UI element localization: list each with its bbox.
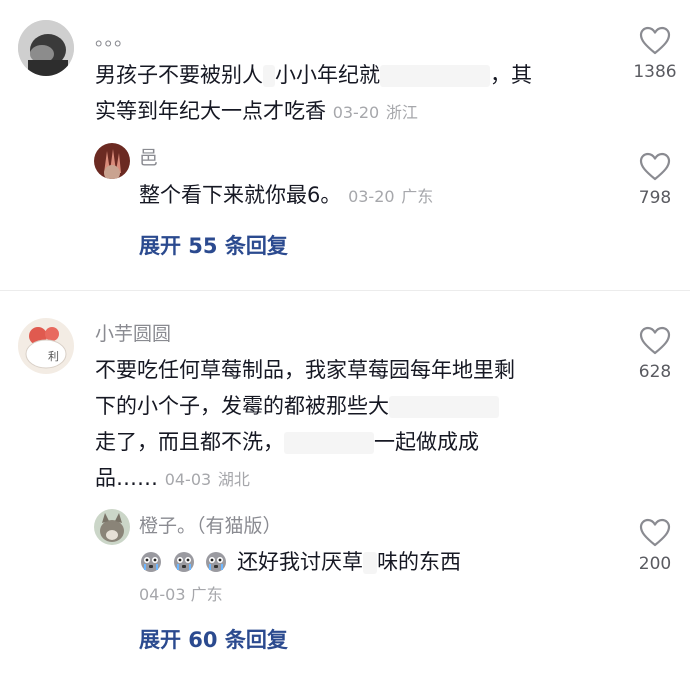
like-button[interactable]: 200	[620, 518, 690, 574]
comment-text-line: 走了，而且都不洗，	[95, 430, 284, 454]
comment-date: 03-20	[332, 103, 380, 122]
comment-text-line: 下的小个子，发霉的都被那些大	[95, 394, 389, 418]
avatar-image	[94, 509, 130, 545]
reply-text-line: 整个看下来就你最6。	[139, 183, 342, 207]
reply-text-line: 味的东西	[377, 550, 462, 574]
reply-date: 03-20	[348, 187, 395, 206]
comment-text-line: ，其	[490, 63, 532, 87]
comment-text-line: 实等到年纪大一点才吃香	[95, 99, 326, 123]
crying-face-icon	[141, 552, 161, 572]
comment-text-line: 不要吃任何草莓制品，我家草莓园每年地里剩	[95, 358, 515, 382]
comment-text-line: 男孩子不要被别人	[95, 63, 263, 87]
reply-date: 04-03	[139, 585, 186, 604]
avatar[interactable]	[94, 509, 130, 545]
avatar-image	[18, 20, 74, 76]
like-button[interactable]: 628	[620, 326, 690, 382]
svg-text:利: 利	[48, 350, 59, 363]
reply-text-line: 还好我讨厌草	[237, 550, 364, 574]
comment-username[interactable]: 。。。	[95, 24, 133, 51]
avatar-image	[94, 143, 130, 179]
heart-outline-icon	[639, 26, 671, 55]
heart-outline-icon	[639, 152, 671, 181]
comment-text-line: 小小年纪就	[275, 63, 380, 87]
comment-text-line: 一起做成成	[374, 430, 479, 454]
avatar[interactable]: 利	[18, 318, 74, 374]
heart-outline-icon	[639, 518, 671, 547]
comment-location: 湖北	[217, 470, 250, 489]
comment-text: 男孩子不要被别人 小小年纪就 ，其 实等到年纪大一点才吃香 03-20 浙江	[95, 57, 615, 131]
comment-date: 04-03	[164, 470, 212, 489]
emoji-icon	[139, 550, 237, 574]
comment-username[interactable]: 小芋圆圆	[95, 319, 171, 346]
expand-replies-button[interactable]: 展开 60 条回复	[139, 624, 288, 654]
like-count: 628	[638, 362, 672, 382]
reply-meta: 04-03 广东	[139, 581, 223, 605]
comment-location: 浙江	[385, 103, 418, 122]
like-count: 798	[638, 188, 672, 208]
expand-replies-button[interactable]: 展开 55 条回复	[139, 230, 288, 260]
redacted-block	[389, 396, 499, 418]
redacted-block	[363, 552, 378, 574]
like-count: 200	[638, 554, 672, 574]
avatar-image: 利	[18, 318, 74, 374]
avatar[interactable]	[94, 143, 130, 179]
redacted-block	[263, 65, 275, 87]
like-button[interactable]: 798	[620, 152, 690, 208]
crying-face-icon	[173, 552, 194, 572]
reply-location: 广东	[190, 585, 223, 604]
reply-location: 广东	[401, 187, 434, 206]
reply-username[interactable]: 橙子。（有猫版）	[139, 511, 282, 538]
heart-outline-icon	[639, 326, 671, 355]
like-count: 1386	[633, 62, 677, 82]
divider	[0, 290, 690, 291]
reply-text: 整个看下来就你最6。 03-20 广东	[139, 177, 599, 215]
like-button[interactable]: 1386	[620, 26, 690, 82]
redacted-block	[380, 65, 490, 87]
reply-username[interactable]: 邑	[139, 143, 158, 170]
comment-text-line: 品……	[95, 466, 158, 490]
comment-text: 不要吃任何草莓制品，我家草莓园每年地里剩 下的小个子，发霉的都被那些大 走了，而…	[95, 352, 615, 498]
redacted-block	[284, 432, 374, 454]
reply-text: 还好我讨厌草 味的东西	[139, 544, 599, 580]
crying-face-icon	[206, 552, 227, 572]
avatar[interactable]	[18, 20, 74, 76]
